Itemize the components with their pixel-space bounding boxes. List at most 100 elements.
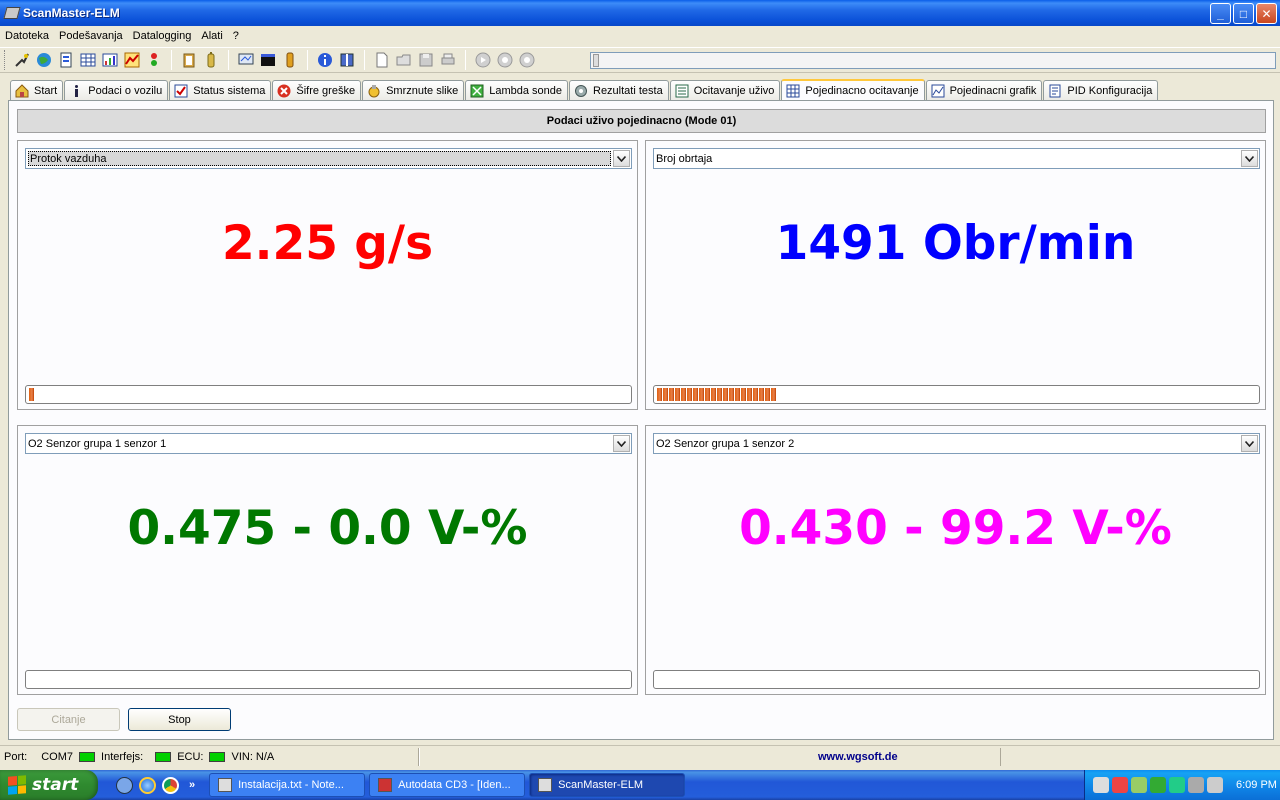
pause-icon[interactable] xyxy=(494,49,516,71)
tab-single-reading[interactable]: Pojedinacno ocitavanje xyxy=(781,79,925,101)
pid-select-2[interactable]: Broj obrtaja xyxy=(653,148,1260,169)
chevron-down-icon[interactable] xyxy=(1241,150,1258,167)
tab-label: Lambda sonde xyxy=(489,84,562,97)
tab-live-data[interactable]: Ocitavanje uživo xyxy=(669,80,781,100)
menu-datalogging[interactable]: Datalogging xyxy=(128,30,197,42)
status-bar: Port: COM7 Interfejs: ECU: VIN: N/A www.… xyxy=(0,745,1280,767)
new-file-icon[interactable] xyxy=(371,49,393,71)
taskbar-item-scanmaster[interactable]: ScanMaster-ELM xyxy=(529,773,686,797)
pid-select-value: Protok vazduha xyxy=(28,151,611,166)
status-panel-right xyxy=(1000,748,1276,766)
monitor-icon[interactable] xyxy=(235,49,257,71)
update-icon[interactable] xyxy=(1169,777,1185,793)
open-icon[interactable] xyxy=(393,49,415,71)
pid-select-3[interactable]: O2 Senzor grupa 1 senzor 1 xyxy=(25,433,632,454)
tab-content: Podaci uživo pojedinacno (Mode 01) Proto… xyxy=(8,100,1274,740)
menu-tools[interactable]: Alati xyxy=(196,30,227,42)
website-link[interactable]: www.wgsoft.de xyxy=(818,751,898,763)
windows-logo-icon xyxy=(8,775,26,795)
scanmaster-icon xyxy=(538,778,553,792)
tab-pid-config[interactable]: PID Konfiguracija xyxy=(1043,80,1159,100)
reading-value: 2.25 g/s xyxy=(221,216,434,271)
chrome-icon[interactable] xyxy=(162,776,179,794)
interface-label: Interfejs: xyxy=(101,750,144,763)
tab-label: PID Konfiguracija xyxy=(1067,84,1153,97)
tab-label: Šifre greške xyxy=(296,84,356,97)
document-icon[interactable] xyxy=(55,49,77,71)
tab-label: Rezultati testa xyxy=(593,84,663,97)
maximize-button[interactable]: □ xyxy=(1233,3,1254,24)
tab-strip: Start Podaci o vozilu Status sistema Šif… xyxy=(10,79,1159,101)
network-error-icon[interactable] xyxy=(1112,777,1128,793)
print-icon[interactable] xyxy=(437,49,459,71)
menu-file[interactable]: Datoteka xyxy=(0,30,54,42)
reading-value: 0.475 - 0.0 V-% xyxy=(127,501,528,556)
quick-launch: » xyxy=(116,776,195,794)
tab-freeze-frames[interactable]: Smrznute slike xyxy=(362,80,465,100)
pid-select-value: O2 Senzor grupa 1 senzor 2 xyxy=(656,437,795,450)
play-icon[interactable] xyxy=(472,49,494,71)
app-icon xyxy=(3,7,21,19)
pid-select-1[interactable]: Protok vazduha xyxy=(25,148,632,169)
taskbar-item-autodata[interactable]: Autodata CD3 - [Iden... xyxy=(369,773,526,797)
connect-icon[interactable] xyxy=(11,49,33,71)
save-icon[interactable] xyxy=(415,49,437,71)
quick-launch-overflow[interactable]: » xyxy=(189,779,195,791)
network-icon[interactable] xyxy=(1093,777,1109,793)
reading-value: 0.430 - 99.2 V-% xyxy=(739,501,1172,556)
menu-settings[interactable]: Podešavanja xyxy=(54,30,128,42)
toolbar-separator xyxy=(465,50,466,70)
internet-explorer-icon[interactable] xyxy=(139,776,156,794)
start-button[interactable]: start xyxy=(0,770,98,800)
taskbar-item-notepad[interactable]: Instalacija.txt - Note... xyxy=(209,773,366,797)
traffic-light-icon[interactable] xyxy=(143,49,165,71)
stop-icon[interactable] xyxy=(516,49,538,71)
tab-label: Podaci o vozilu xyxy=(88,84,163,97)
list-icon xyxy=(675,84,689,98)
graph-icon[interactable] xyxy=(121,49,143,71)
chart-icon[interactable] xyxy=(99,49,121,71)
pid-select-4[interactable]: O2 Senzor grupa 1 senzor 2 xyxy=(653,433,1260,454)
tab-single-graph[interactable]: Pojedinacni grafik xyxy=(925,80,1043,100)
info-icon[interactable] xyxy=(314,49,336,71)
battery-icon[interactable] xyxy=(200,49,222,71)
close-button[interactable]: ✕ xyxy=(1256,3,1277,24)
notepad-icon xyxy=(218,778,233,792)
toolbar-separator xyxy=(228,50,229,70)
chevron-down-icon[interactable] xyxy=(613,150,630,167)
shield-icon[interactable] xyxy=(1150,777,1166,793)
tab-vehicle-info[interactable]: Podaci o vozilu xyxy=(64,80,169,100)
interface-led xyxy=(155,751,172,762)
tools-icon[interactable] xyxy=(1188,777,1204,793)
tab-label: Smrznute slike xyxy=(386,84,459,97)
chevron-down-icon[interactable] xyxy=(1241,435,1258,452)
toolbar-separator xyxy=(364,50,365,70)
clipboard-icon[interactable] xyxy=(178,49,200,71)
tab-start[interactable]: Start xyxy=(10,80,64,100)
read-button[interactable]: Citanje xyxy=(17,708,120,731)
toolbar xyxy=(0,47,1280,73)
reading-panel-3: O2 Senzor grupa 1 senzor 1 0.475 - 0.0 V… xyxy=(17,425,638,695)
tab-label: Pojedinacni grafik xyxy=(949,84,1037,97)
volume-icon[interactable] xyxy=(1207,777,1223,793)
tab-error-codes[interactable]: Šifre greške xyxy=(272,80,362,100)
tab-test-results[interactable]: Rezultati testa xyxy=(569,80,669,100)
grid-icon xyxy=(786,84,800,98)
table-icon[interactable] xyxy=(77,49,99,71)
reading-panel-4: O2 Senzor grupa 1 senzor 2 0.430 - 99.2 … xyxy=(645,425,1266,695)
minimize-button[interactable]: _ xyxy=(1210,3,1231,24)
desktop-icon[interactable] xyxy=(116,776,133,794)
progress-fill xyxy=(29,388,35,401)
tab-system-status[interactable]: Status sistema xyxy=(169,80,272,100)
memory-icon[interactable] xyxy=(279,49,301,71)
stop-button[interactable]: Stop xyxy=(128,708,231,731)
port-value: COM7 xyxy=(41,750,74,763)
toolbar-grip[interactable] xyxy=(4,50,7,70)
chevron-down-icon[interactable] xyxy=(613,435,630,452)
menu-help[interactable]: ? xyxy=(228,30,244,42)
book-icon[interactable] xyxy=(336,49,358,71)
messenger-icon[interactable] xyxy=(1131,777,1147,793)
terminal-icon[interactable] xyxy=(257,49,279,71)
globe-icon[interactable] xyxy=(33,49,55,71)
tab-lambda-sensors[interactable]: Lambda sonde xyxy=(465,80,568,100)
